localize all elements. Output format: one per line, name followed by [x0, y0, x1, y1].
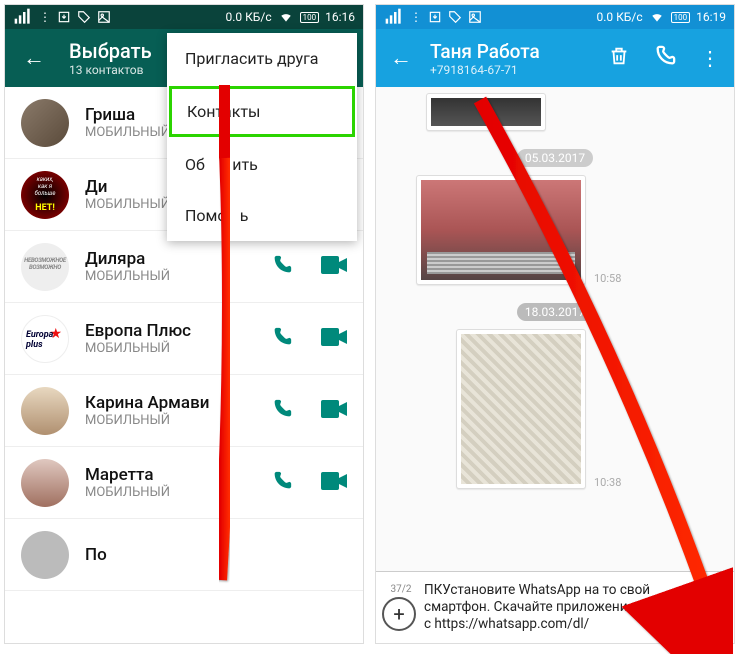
message-image[interactable]	[456, 329, 586, 489]
image-icon	[97, 10, 111, 24]
signal-icon	[13, 7, 33, 27]
attach-button[interactable]: +	[382, 597, 416, 631]
contact-type: МОБИЛЬНЫЙ	[85, 269, 271, 284]
download-icon	[57, 10, 71, 24]
tag-icon	[77, 10, 91, 24]
wifi-icon	[278, 10, 294, 24]
menu-invite-friend[interactable]: Пригласить друга	[167, 33, 357, 84]
contact-row[interactable]: Диляра МОБИЛЬНЫЙ	[5, 231, 363, 303]
image-icon	[468, 10, 482, 24]
signal-icon	[384, 7, 404, 27]
data-rate: 0.0 КБ/с	[225, 10, 271, 24]
compose-bar: 37/2 + ПКУстановите WhatsApp на то свой …	[376, 571, 734, 643]
avatar	[21, 243, 69, 291]
more-icon: ⋮	[39, 10, 51, 24]
contact-type: МОБИЛЬНЫЙ	[85, 485, 271, 500]
menu-help[interactable]: Помощь	[167, 190, 357, 241]
back-icon[interactable]: ←	[23, 45, 45, 71]
message-time: 10:38	[594, 476, 621, 489]
date-chip: 18.03.2017	[517, 303, 593, 321]
contact-row[interactable]: По	[5, 519, 363, 591]
battery-icon: 100	[671, 12, 691, 23]
clock: 16:16	[325, 10, 355, 24]
sms-conversation-screen: ⋮ 0.0 КБ/с 100 16:19 ←	[375, 4, 735, 644]
tag-icon	[448, 10, 462, 24]
call-icon[interactable]	[271, 398, 293, 424]
overflow-icon[interactable]: ⋮	[700, 46, 720, 70]
message-input[interactable]: ПКУстановите WhatsApp на то свой смартфо…	[420, 582, 698, 633]
status-bar: ⋮ 0.0 КБ/с 100 16:19	[376, 5, 734, 29]
call-icon[interactable]	[271, 254, 293, 280]
battery-icon: 100	[300, 12, 320, 23]
clock: 16:19	[696, 10, 726, 24]
app-header: ← Таня Работа +7918164-67-71 ⋮	[376, 29, 734, 87]
avatar	[21, 387, 69, 435]
messages-panel[interactable]: 05.03.2017 10:58 18.03.2017 10:38	[376, 87, 734, 571]
download-icon	[428, 10, 442, 24]
call-icon[interactable]	[654, 45, 676, 71]
contact-name: Карина Армави	[85, 393, 271, 413]
avatar	[21, 459, 69, 507]
contact-type: МОБИЛЬНЫЙ	[85, 413, 271, 428]
whatsapp-contacts-screen: ⋮ 0.0 КБ/с 100 16:16 ←	[4, 4, 364, 644]
avatar	[21, 99, 69, 147]
video-icon[interactable]	[321, 400, 347, 422]
message-image[interactable]	[416, 175, 586, 285]
contact-row[interactable]: Карина Армави МОБИЛЬНЫЙ	[5, 375, 363, 447]
contact-name: Диляра	[85, 249, 271, 269]
char-counter: 37/2	[384, 584, 418, 595]
back-icon[interactable]: ←	[390, 45, 412, 71]
call-icon[interactable]	[271, 326, 293, 352]
send-button[interactable]	[698, 592, 728, 624]
contact-name: Европа Плюс	[85, 321, 271, 341]
call-icon[interactable]	[271, 470, 293, 496]
contact-row[interactable]: Маретта МОБИЛЬНЫЙ	[5, 447, 363, 519]
status-bar: ⋮ 0.0 КБ/с 100 16:16	[5, 5, 363, 29]
contact-name: Маретта	[85, 465, 271, 485]
page-title: Выбрать	[69, 39, 152, 63]
video-icon[interactable]	[321, 328, 347, 350]
avatar	[21, 171, 69, 219]
message-time: 10:58	[594, 272, 621, 285]
contact-number: +7918164-67-71	[430, 63, 540, 77]
date-chip: 05.03.2017	[517, 149, 593, 167]
avatar	[21, 531, 69, 579]
contact-row[interactable]: Европа Плюс МОБИЛЬНЫЙ	[5, 303, 363, 375]
contact-name: По	[85, 545, 347, 565]
video-icon[interactable]	[321, 256, 347, 278]
wifi-icon	[649, 10, 665, 24]
more-icon: ⋮	[410, 10, 422, 24]
avatar	[21, 315, 69, 363]
menu-contacts[interactable]: Контакты	[169, 86, 355, 137]
data-rate: 0.0 КБ/с	[596, 10, 642, 24]
contact-type: МОБИЛЬНЫЙ	[85, 341, 271, 356]
video-icon[interactable]	[321, 472, 347, 494]
contact-title: Таня Работа	[430, 40, 540, 63]
delete-icon[interactable]	[608, 45, 630, 71]
page-subtitle: 13 контактов	[69, 63, 152, 77]
menu-refresh[interactable]: Обновить	[167, 139, 357, 190]
overflow-menu: Пригласить друга Контакты Обновить Помощ…	[167, 33, 357, 241]
message-image[interactable]	[426, 93, 546, 131]
